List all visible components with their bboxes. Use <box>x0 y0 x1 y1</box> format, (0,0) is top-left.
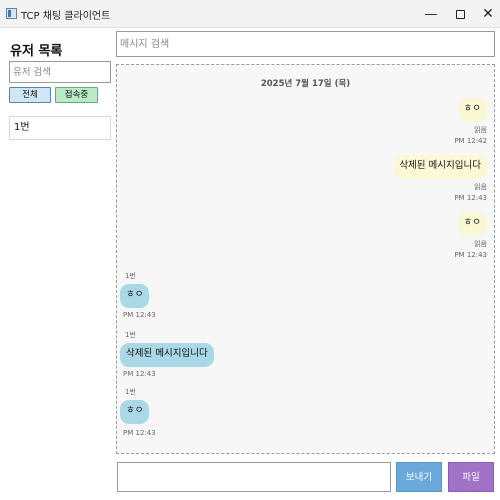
their-message-bubble[interactable]: 삭제된 메시지입니다 <box>120 343 214 367</box>
message-timestamp: PM 12:43 <box>123 429 156 437</box>
message-timestamp: PM 12:43 <box>454 194 487 202</box>
message-sender-name: 1번 <box>125 331 136 339</box>
send-button[interactable]: 보내기 <box>396 462 442 492</box>
message-read-status: 읽음 <box>474 183 487 191</box>
message-timestamp: PM 12:43 <box>454 251 487 259</box>
filter-all-button[interactable]: 전체 <box>9 87 51 103</box>
their-message-bubble[interactable]: ㅎㅇ <box>120 284 150 308</box>
date-divider: 2025년 7월 17일 (목) <box>260 79 351 89</box>
user-search-input[interactable] <box>9 61 111 83</box>
minimize-icon: — <box>424 6 438 22</box>
window-title: TCP 채팅 클라이언트 <box>21 11 111 22</box>
title-bar: TCP 채팅 클라이언트 — ✕ <box>0 0 500 28</box>
chat-message-area[interactable]: 2025년 7월 17일 (목) ㅎㅇ 읽음 PM 12:42 삭제된 메시지입… <box>116 64 495 454</box>
message-sender-name: 1번 <box>125 272 136 280</box>
user-list-item[interactable]: 1번 <box>9 116 111 140</box>
message-timestamp: PM 12:42 <box>454 137 487 145</box>
file-button[interactable]: 파일 <box>448 462 494 492</box>
message-timestamp: PM 12:43 <box>123 311 156 319</box>
filter-online-button[interactable]: 접속중 <box>55 87 98 103</box>
my-message-bubble[interactable]: ㅎㅇ <box>457 212 487 236</box>
message-search-input[interactable] <box>116 31 495 57</box>
message-timestamp: PM 12:43 <box>123 370 156 378</box>
message-sender-name: 1번 <box>125 388 136 396</box>
close-icon: ✕ <box>482 6 494 22</box>
message-read-status: 읽음 <box>474 126 487 134</box>
message-input[interactable] <box>117 462 391 492</box>
my-message-bubble[interactable]: 삭제된 메시지입니다 <box>393 155 487 179</box>
user-list-title: 유저 목록 <box>10 44 63 59</box>
message-read-status: 읽음 <box>474 240 487 248</box>
maximize-icon <box>455 9 465 19</box>
my-message-bubble[interactable]: ㅎㅇ <box>457 98 487 122</box>
app-window-icon <box>6 8 17 19</box>
their-message-bubble[interactable]: ㅎㅇ <box>120 400 150 424</box>
close-button[interactable]: ✕ <box>471 0 500 28</box>
